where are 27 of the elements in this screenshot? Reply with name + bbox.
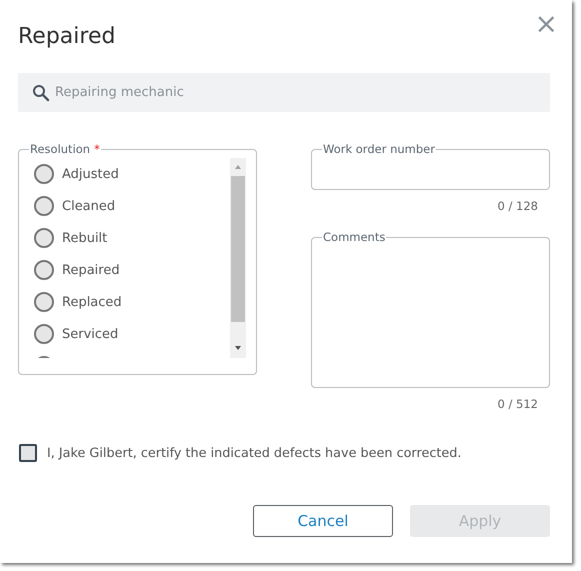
field-label: Resolution (30, 142, 90, 156)
cancel-button[interactable]: Cancel (253, 505, 393, 537)
character-counter: 0 / 128 (498, 199, 538, 213)
work-order-field[interactable]: Work order number (311, 142, 550, 190)
field-label: Work order number (323, 142, 435, 156)
radio-button[interactable] (34, 324, 54, 344)
radio-button[interactable] (34, 260, 54, 280)
radio-button[interactable] (34, 228, 54, 248)
certify-label: I, Jake Gilbert, certify the indicated defects have been corrected. (47, 446, 462, 460)
option-label: Serviced (62, 326, 118, 342)
radio-button[interactable] (34, 292, 54, 312)
radio-button[interactable] (34, 196, 54, 216)
field-label: Comments (323, 230, 386, 244)
comments-field[interactable]: Comments (311, 230, 550, 388)
option-label: Rebuilt (62, 230, 108, 246)
checkbox[interactable] (19, 444, 37, 462)
dialog-title: Repaired (18, 24, 116, 49)
option-label: Replaced (62, 294, 122, 310)
radio-button[interactable] (34, 164, 54, 184)
close-button[interactable]: × (530, 10, 562, 38)
option-label: Cleaned (62, 198, 116, 214)
search-field[interactable]: Repairing mechanic (18, 73, 550, 112)
option-label: Repaired (62, 262, 120, 278)
option-label: Adjusted (62, 166, 119, 182)
scrollbar[interactable] (230, 158, 246, 358)
required-mark: * (94, 142, 100, 156)
character-counter: 0 / 512 (498, 397, 538, 411)
